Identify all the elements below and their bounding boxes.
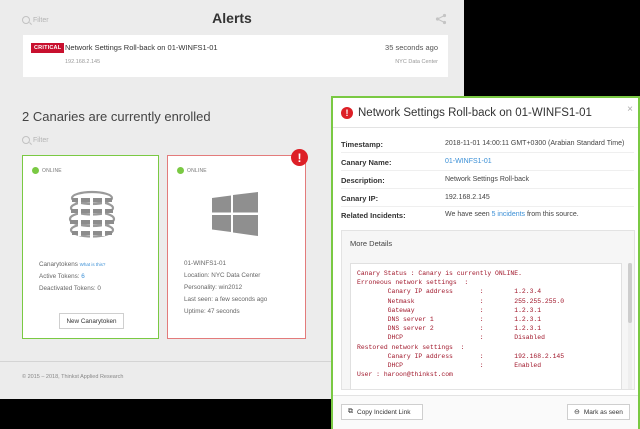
active-tokens-line: Active Tokens: 6 — [39, 273, 85, 280]
critical-badge: CRITICAL — [31, 43, 65, 53]
footer-copyright: © 2015 – 2018, Thinkst Applied Research — [22, 374, 124, 380]
deactivated-tokens-label: Deactivated Tokens: — [39, 285, 96, 292]
log-line: Canary IP address : 192.168.2.145 — [357, 352, 565, 360]
alert-title: Network Settings Roll-back on 01-WINFS1-… — [65, 43, 218, 52]
canary-name-label: Canary Name: — [341, 158, 392, 167]
more-details-heading[interactable]: More Details — [350, 239, 392, 248]
alert-ip: 192.168.2.145 — [65, 59, 101, 65]
copy-incident-link-label: Copy Incident Link — [357, 408, 411, 416]
canaries-filter-placeholder: Filter — [33, 136, 49, 144]
timestamp-label: Timestamp: — [341, 140, 383, 149]
canary-uptime: Uptime: 47 seconds — [184, 308, 240, 315]
copy-link-icon: ⧉ — [348, 408, 353, 415]
incident-log-text: Canary Status : Canary is currently ONLI… — [357, 269, 615, 379]
deactivated-tokens-value: 0 — [97, 285, 101, 292]
log-scrollbar-thumb[interactable] — [628, 263, 632, 323]
incidents-link[interactable]: 5 incidents — [492, 211, 525, 218]
incidents-prefix: We have seen — [445, 211, 492, 218]
active-tokens-value[interactable]: 6 — [81, 273, 85, 280]
description-label: Description: — [341, 176, 385, 185]
canary-card-01-winfs1-01[interactable]: ONLINE 01-WINFS1-01 Location: NYC Data C… — [167, 155, 306, 339]
copy-incident-link-button[interactable]: ⧉ Copy Incident Link — [341, 404, 423, 420]
log-line: User : haroon@thinkst.com — [357, 371, 453, 379]
canary-ip-value: 192.168.2.145 — [445, 194, 490, 201]
alert-location: NYC Data Center — [395, 59, 438, 65]
log-line: Canary IP address : 1.2.3.4 — [357, 288, 542, 296]
share-icon[interactable] — [435, 13, 447, 25]
more-details-panel: More Details Canary Status : Canary is c… — [341, 230, 635, 390]
timestamp-value: 2018-11-01 14:00:11 GMT+0300 (Arabian St… — [445, 140, 625, 147]
canary-name-link[interactable]: 01-WINFS1-01 — [445, 158, 492, 165]
search-icon — [22, 136, 30, 144]
canary-card-canarytokens[interactable]: ONLINE Canarytokens What is this? Active… — [22, 155, 159, 339]
canaries-filter[interactable]: Filter — [22, 136, 49, 144]
what-is-this-link[interactable]: What is this? — [80, 262, 106, 267]
row-divider — [341, 206, 634, 207]
row-divider — [341, 188, 634, 189]
canary-personality: Personality: win2012 — [184, 284, 243, 291]
alert-list-item[interactable]: CRITICAL Network Settings Roll-back on 0… — [23, 35, 448, 77]
status-label: ONLINE — [187, 168, 207, 174]
canary-name: 01-WINFS1-01 — [184, 260, 226, 267]
canarytokens-logo-icon — [68, 190, 116, 238]
incidents-suffix: from this source. — [525, 211, 579, 218]
close-icon[interactable]: × — [627, 104, 633, 115]
log-line: Erroneous network settings : — [357, 279, 469, 287]
alert-icon[interactable]: ! — [291, 149, 308, 166]
canarytokens-name: Canarytokens — [39, 261, 78, 268]
online-status-dot — [32, 167, 39, 174]
log-line: DHCP : Disabled — [357, 334, 545, 342]
windows-logo-icon — [212, 192, 258, 236]
incident-log: Canary Status : Canary is currently ONLI… — [350, 263, 622, 389]
enrolled-heading: 2 Canaries are currently enrolled — [22, 109, 211, 124]
canary-location: Location: NYC Data Center — [184, 272, 261, 279]
row-divider — [341, 152, 634, 153]
active-tokens-label: Active Tokens: — [39, 273, 80, 280]
incident-modal: ! Network Settings Roll-back on 01-WINFS… — [331, 96, 640, 429]
page-title: Alerts — [212, 10, 252, 26]
description-value: Network Settings Roll-back — [445, 176, 530, 183]
related-incidents-value: We have seen 5 incidents from this sourc… — [445, 211, 579, 218]
new-canarytoken-button[interactable]: New Canarytoken — [59, 313, 124, 329]
log-line: DNS server 2 : 1.2.3.1 — [357, 325, 542, 333]
modal-header: ! Network Settings Roll-back on 01-WINFS… — [333, 98, 638, 128]
mark-seen-icon: ⊖ — [574, 409, 580, 416]
canary-ip-label: Canary IP: — [341, 194, 379, 203]
status-label: ONLINE — [42, 168, 62, 174]
canary-last-seen: Last seen: a few seconds ago — [184, 296, 268, 303]
alert-icon: ! — [341, 107, 353, 119]
log-line: Restored network settings : — [357, 343, 465, 351]
row-divider — [341, 170, 634, 171]
log-line: DHCP : Enabled — [357, 362, 542, 370]
log-line: Gateway : 1.2.3.1 — [357, 306, 542, 314]
mark-as-seen-button[interactable]: ⊖ Mark as seen — [567, 404, 630, 420]
log-line: DNS server 1 : 1.2.3.1 — [357, 316, 542, 324]
alert-time: 35 seconds ago — [385, 43, 438, 52]
log-line: Netmask : 255.255.255.0 — [357, 297, 565, 305]
log-line: Canary Status : Canary is currently ONLI… — [357, 270, 522, 277]
deactivated-tokens-line: Deactivated Tokens: 0 — [39, 285, 101, 292]
screen: Filter Alerts CRITICAL Network Settings … — [0, 0, 640, 429]
canarytokens-name-line: Canarytokens What is this? — [39, 261, 105, 268]
modal-footer: ⧉ Copy Incident Link ⊖ Mark as seen — [333, 395, 638, 429]
log-scrollbar[interactable] — [628, 263, 632, 389]
related-incidents-label: Related Incidents: — [341, 211, 406, 220]
online-status-dot — [177, 167, 184, 174]
modal-title: Network Settings Roll-back on 01-WINFS1-… — [358, 107, 592, 119]
mark-as-seen-label: Mark as seen — [583, 408, 623, 416]
